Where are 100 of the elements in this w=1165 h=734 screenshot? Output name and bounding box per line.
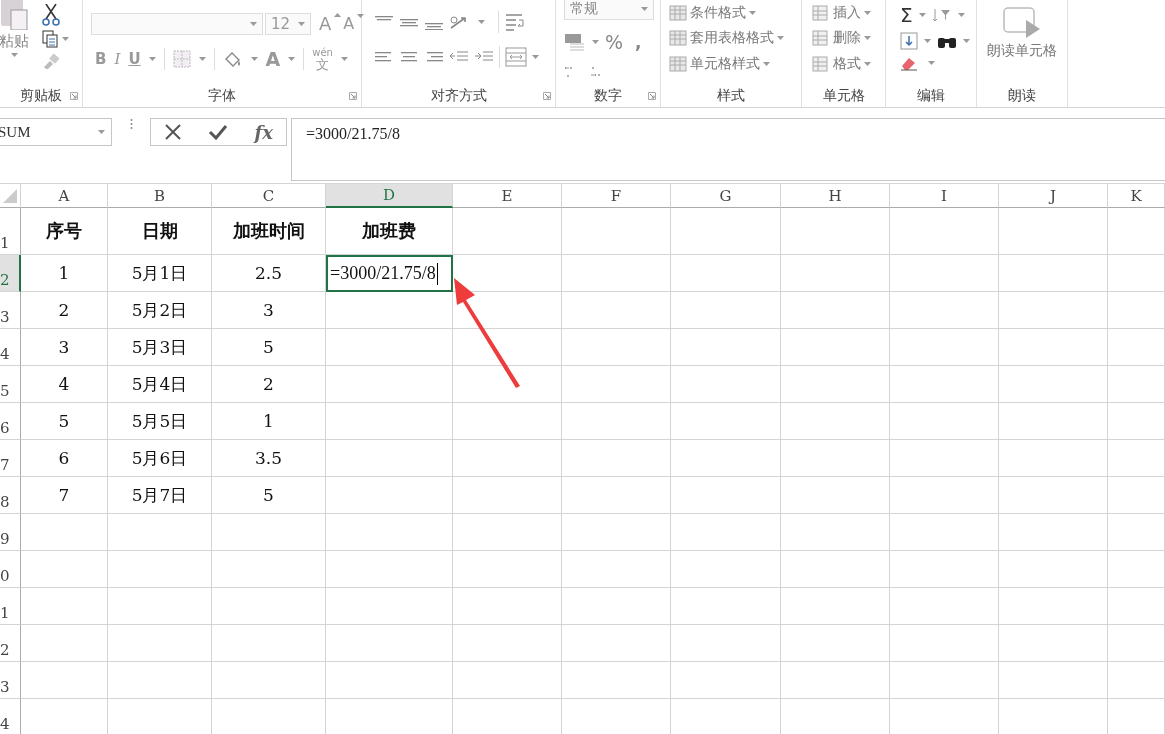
group-label: 编辑 [917,87,945,105]
speech-bubble-icon[interactable] [1002,6,1042,40]
caret-icon [864,62,871,67]
column-header[interactable]: C [212,184,326,208]
font-name-field[interactable] [91,12,263,35]
grid-icon[interactable] [669,56,687,73]
number-format-field[interactable]: 常规 [564,0,654,20]
caret-icon [340,57,348,61]
wrap-text-icon[interactable] [504,11,526,32]
row-header[interactable]: 0 [0,551,21,588]
column-header[interactable]: D [326,184,453,208]
clipboard-icon[interactable] [0,0,29,30]
comma-style-button[interactable]: , [635,31,642,52]
cells-icon[interactable] [812,4,830,21]
table-cell [1108,625,1165,662]
row-header[interactable]: 1 [0,208,21,255]
row-header[interactable]: 9 [0,514,21,551]
grid-icon[interactable] [669,30,687,47]
select-all-button[interactable] [0,184,21,208]
text-cursor [436,262,438,285]
active-cell[interactable]: =3000/21.75/8 [326,255,453,292]
caret-icon [532,55,539,60]
table-cell [1108,514,1165,551]
table-cell: 5月7日 [108,477,212,514]
checkmark-icon [208,124,229,140]
borders-icon[interactable] [172,50,191,68]
caret-icon [478,19,485,24]
fill-down-icon[interactable] [900,31,918,50]
scissors-icon[interactable] [42,4,60,27]
caret-icon [592,39,599,44]
delete-cells-button[interactable]: 删除 [812,29,871,48]
more-icon[interactable] [129,118,133,130]
conditional-formatting-button[interactable]: 条件格式 [669,3,756,22]
cell-styles-button[interactable]: 单元格样式 [669,55,770,74]
row-header[interactable]: 6 [0,403,21,440]
percent-button[interactable]: % [605,30,624,53]
row-header[interactable]: 2 [0,625,21,662]
row-header[interactable]: 4 [0,699,21,734]
cells-icon[interactable] [812,30,830,47]
row-header[interactable]: 3 [0,292,21,329]
column-header[interactable]: K [1108,184,1165,208]
row-header[interactable]: 1 [0,588,21,625]
column-header[interactable]: F [562,184,671,208]
column-header[interactable]: I [890,184,999,208]
caret-icon [763,62,770,67]
column-header[interactable]: H [781,184,890,208]
dialog-launcher-icon[interactable] [648,92,656,100]
formula-field[interactable]: =3000/21.75/8 [291,118,1165,181]
autosum-button[interactable]: Σ [900,2,913,27]
row-header[interactable]: 4 [0,329,21,366]
table-cell [1108,662,1165,699]
row-header[interactable]: 3 [0,662,21,699]
caret-icon [963,38,970,43]
table-cell: 5月6日 [108,440,212,477]
table-cell: 3 [21,329,108,366]
table-cell: 5月2日 [108,292,212,329]
column-header[interactable]: G [671,184,781,208]
table-cell [1108,366,1165,403]
row-header[interactable]: 7 [0,440,21,477]
table-cell [1108,255,1165,292]
merge-center-icon[interactable] [505,47,527,68]
sort-filter-icon[interactable] [931,6,952,23]
table-cell: 加班时间 [212,208,326,255]
row-header[interactable]: 2 [0,255,21,292]
caret-icon [98,130,105,134]
cells-icon[interactable] [812,56,830,73]
table-cell [1108,208,1165,255]
insert-function-button[interactable]: fx [254,121,273,143]
row-header[interactable]: 5 [0,366,21,403]
row-header[interactable]: 8 [0,477,21,514]
table-cell: 序号 [21,208,108,255]
copy-icon[interactable] [42,30,58,49]
caret-icon [957,12,965,17]
column-header[interactable]: J [999,184,1108,208]
group-label: 数字 [594,87,622,105]
table-cell: 4 [21,366,108,403]
speak-cells-button[interactable]: 朗读单元格 [987,0,1057,60]
column-header[interactable]: E [453,184,562,208]
cancel-button[interactable] [164,123,183,141]
dialog-launcher-icon[interactable] [70,92,78,100]
format-as-table-button[interactable]: 套用表格格式 [669,29,784,48]
table-cell: 加班费 [326,208,453,255]
group-label: 剪贴板 [20,87,62,105]
caret-icon [198,57,206,61]
caret-icon [288,57,296,61]
column-header[interactable]: A [21,184,108,208]
group-label: 朗读 [1008,87,1036,105]
column-header[interactable]: B [108,184,212,208]
currency-icon[interactable] [564,31,586,52]
enter-button[interactable] [208,124,229,140]
table-cell [1108,292,1165,329]
insert-cells-button[interactable]: 插入 [812,3,871,22]
dialog-launcher-icon[interactable] [349,92,357,100]
table-cell: 6 [21,440,108,477]
table-cell: 5月3日 [108,329,212,366]
format-cells-button[interactable]: 格式 [812,55,871,74]
grid-icon[interactable] [669,4,687,21]
table-cell: 5 [21,403,108,440]
table-cell: 日期 [108,208,212,255]
dialog-launcher-icon[interactable] [543,92,551,100]
